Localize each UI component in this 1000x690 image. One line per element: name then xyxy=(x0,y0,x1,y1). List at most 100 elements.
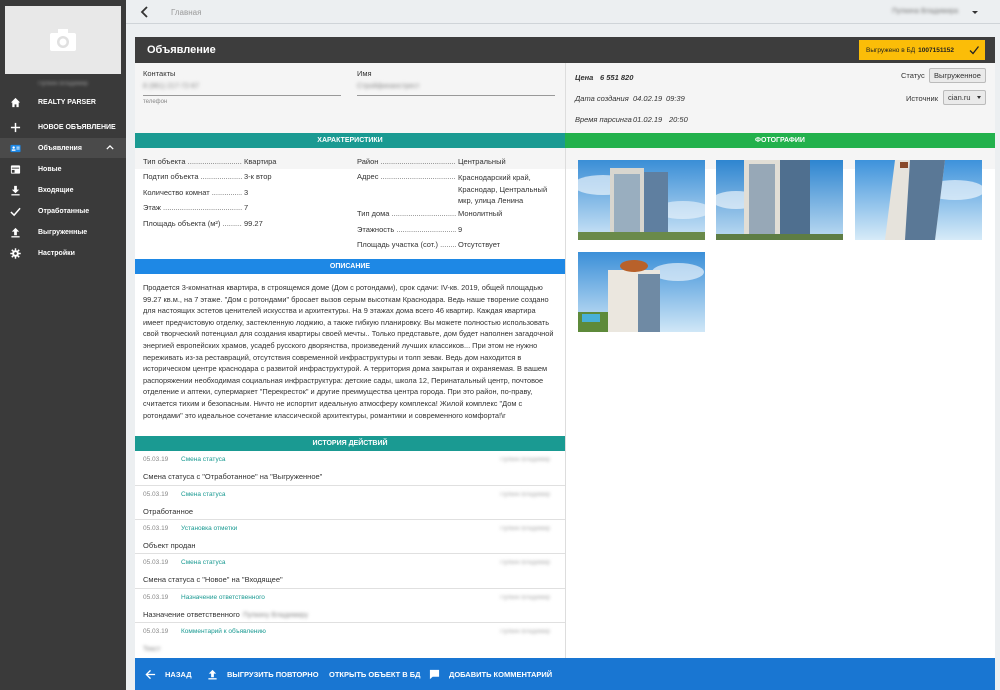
created-time: 09:39 xyxy=(666,94,685,103)
topbar: Главная Пупкина Владимира xyxy=(126,0,1000,24)
avatar[interactable] xyxy=(5,6,121,74)
char-subtype: Подтип объекта3-к втор xyxy=(143,172,272,181)
sidebar-item-label: Входящие xyxy=(38,186,74,194)
parsed-date: 01.02.19 xyxy=(633,115,663,124)
building-photo-4[interactable] xyxy=(578,252,705,332)
char-type: Тип объектаКвартира xyxy=(143,157,276,166)
char-floor: Этаж7 xyxy=(143,203,248,212)
building-photo-3[interactable] xyxy=(855,160,982,240)
description-text: Продается 3-комнатная квартира, в строящ… xyxy=(143,283,554,420)
reupload-label: ВЫГРУЗИТЬ ПОВТОРНО xyxy=(227,669,319,679)
sidebar-item-label: Отработанные xyxy=(38,207,90,215)
badge-label: Выгружено в БД xyxy=(866,46,916,54)
char-rooms: Количество комнат3 xyxy=(143,188,248,197)
breadcrumb[interactable]: Главная xyxy=(171,8,201,17)
sidebar-item-new-ad[interactable]: НОВОЕ ОБЪЯВЛЕНИЕ xyxy=(0,117,126,137)
history-item: 05.03.19 Смена статуса Пупкин Владимир С… xyxy=(135,554,565,589)
open-db-label: ОТКРЫТЬ ОБЪЕКТ В БД xyxy=(329,669,421,679)
sidebar-item-incoming[interactable]: Входящие xyxy=(0,180,126,200)
contacts-label: Контакты xyxy=(143,69,176,78)
photos-header: ФОТОГРАФИИ xyxy=(565,133,995,148)
chevron-up-icon[interactable] xyxy=(106,144,114,152)
parsed-time: 20:50 xyxy=(669,115,688,124)
back-arrow-icon[interactable] xyxy=(140,6,150,18)
history-item: 05.03.19 Назначение ответственного Пупки… xyxy=(135,589,565,623)
upload-icon xyxy=(8,226,22,238)
action-bar: НАЗАД ВЫГРУЗИТЬ ПОВТОРНО ОТКРЫТЬ ОБЪЕКТ … xyxy=(135,658,995,690)
phone-underline xyxy=(143,95,341,96)
history-header: ИСТОРИЯ ДЕЙСТВИЙ xyxy=(135,436,565,451)
sidebar-item-new[interactable]: Новые xyxy=(0,159,126,179)
page-title: Объявление xyxy=(147,44,216,56)
card-header: Объявление Выгружено в БД 1007151152 xyxy=(135,37,995,63)
check-icon xyxy=(8,205,22,217)
building-photo-2[interactable] xyxy=(716,160,843,240)
sidebar-item-label: Новые xyxy=(38,165,62,173)
price-label: Цена xyxy=(575,73,594,82)
back-label: НАЗАД xyxy=(165,669,192,679)
description-header: ОПИСАНИЕ xyxy=(135,259,565,274)
phone-value[interactable]: 8 (961) 217-72-67 xyxy=(143,83,199,90)
sidebar-item-realty-parser[interactable]: REALTY PARSER xyxy=(0,92,126,112)
caret-down-icon xyxy=(976,96,981,99)
building-photo-1[interactable] xyxy=(578,160,705,240)
ad-card: Объявление Выгружено в БД 1007151152 Конт… xyxy=(135,37,995,690)
char-plot-area: Площадь участка (сот.)Отсутствует xyxy=(357,240,500,249)
add-comment-button[interactable]: ДОБАВИТЬ КОММЕНТАРИЙ xyxy=(429,658,552,690)
char-address: АдресКраснодарский край, Краснодар, Цент… xyxy=(357,172,558,207)
list-icon xyxy=(8,163,22,175)
history-item: 05.03.19 Комментарий к объявлению Пупкин… xyxy=(143,628,551,653)
status-value[interactable]: Выгруженное xyxy=(929,68,986,83)
sidebar-item-label: Настройки xyxy=(38,249,75,257)
sidebar-item-uploaded[interactable]: Выгруженные xyxy=(0,222,126,242)
sidebar-item-label: Объявления xyxy=(38,144,82,152)
name-label: Имя xyxy=(357,69,372,78)
comment-icon xyxy=(429,669,440,679)
char-district: РайонЦентральный xyxy=(357,157,506,166)
history-item: 05.03.19 Смена статуса Пупкин Владимир О… xyxy=(135,486,565,520)
price-value: 6 551 820 xyxy=(600,73,634,82)
add-comment-label: ДОБАВИТЬ КОММЕНТАРИЙ xyxy=(449,669,553,679)
camera-icon xyxy=(50,29,76,51)
user-name: Пупкин Владимир xyxy=(37,81,89,87)
created-label: Дата создания xyxy=(575,94,629,103)
source-value: cian.ru xyxy=(948,93,971,102)
sidebar: Пупкин Владимир REALTY PARSER НОВОЕ ОБЪЯ… xyxy=(0,0,126,690)
plus-icon xyxy=(8,121,22,133)
characteristics-header: ХАРАКТЕРИСТИКИ xyxy=(135,133,565,148)
check-icon xyxy=(969,46,979,55)
caret-down-icon[interactable] xyxy=(972,11,978,14)
column-divider xyxy=(565,63,566,664)
sidebar-item-label: REALTY PARSER xyxy=(38,98,96,106)
sidebar-item-settings[interactable]: Настройки xyxy=(0,243,126,263)
name-value[interactable]: Стройфинанстрест xyxy=(357,83,419,90)
badge-id: 1007151152 xyxy=(918,46,954,54)
char-house-type: Тип домаМонолитный xyxy=(357,209,502,218)
phone-label: телефон xyxy=(143,99,168,105)
reupload-button[interactable]: ВЫГРУЗИТЬ ПОВТОРНО xyxy=(207,658,319,690)
home-icon xyxy=(8,96,22,108)
card-icon xyxy=(8,142,22,154)
download-icon xyxy=(8,184,22,196)
sidebar-item-label: Выгруженные xyxy=(38,228,88,236)
sidebar-item-label: НОВОЕ ОБЪЯВЛЕНИЕ xyxy=(38,123,116,131)
gear-icon xyxy=(8,247,22,259)
history-item: 05.03.19 Установка отметки Пупкин Владим… xyxy=(135,520,565,554)
back-button[interactable]: НАЗАД xyxy=(145,658,192,690)
db-status-badge[interactable]: Выгружено в БД 1007151152 xyxy=(859,40,985,60)
sidebar-item-ads[interactable]: Объявления xyxy=(0,138,126,158)
char-floors-total: Этажность9 xyxy=(357,225,462,234)
sidebar-item-processed[interactable]: Отработанные xyxy=(0,201,126,221)
name-underline xyxy=(357,95,555,96)
source-label: Источник xyxy=(906,94,939,103)
upload-icon xyxy=(208,669,217,679)
source-select[interactable]: cian.ru xyxy=(943,90,986,105)
status-label: Статус xyxy=(901,71,925,80)
created-date: 04.02.19 xyxy=(633,94,663,103)
char-area: Площадь объекта (м²)99.27 xyxy=(143,219,263,228)
history-item: 05.03.19 Смена статуса Пупкин Владимир С… xyxy=(135,451,565,486)
parsed-label: Время парсинга xyxy=(575,115,632,124)
arrow-left-icon xyxy=(145,669,156,679)
open-in-db-button[interactable]: ОТКРЫТЬ ОБЪЕКТ В БД xyxy=(329,658,421,690)
user-menu[interactable]: Пупкина Владимира xyxy=(892,8,970,15)
